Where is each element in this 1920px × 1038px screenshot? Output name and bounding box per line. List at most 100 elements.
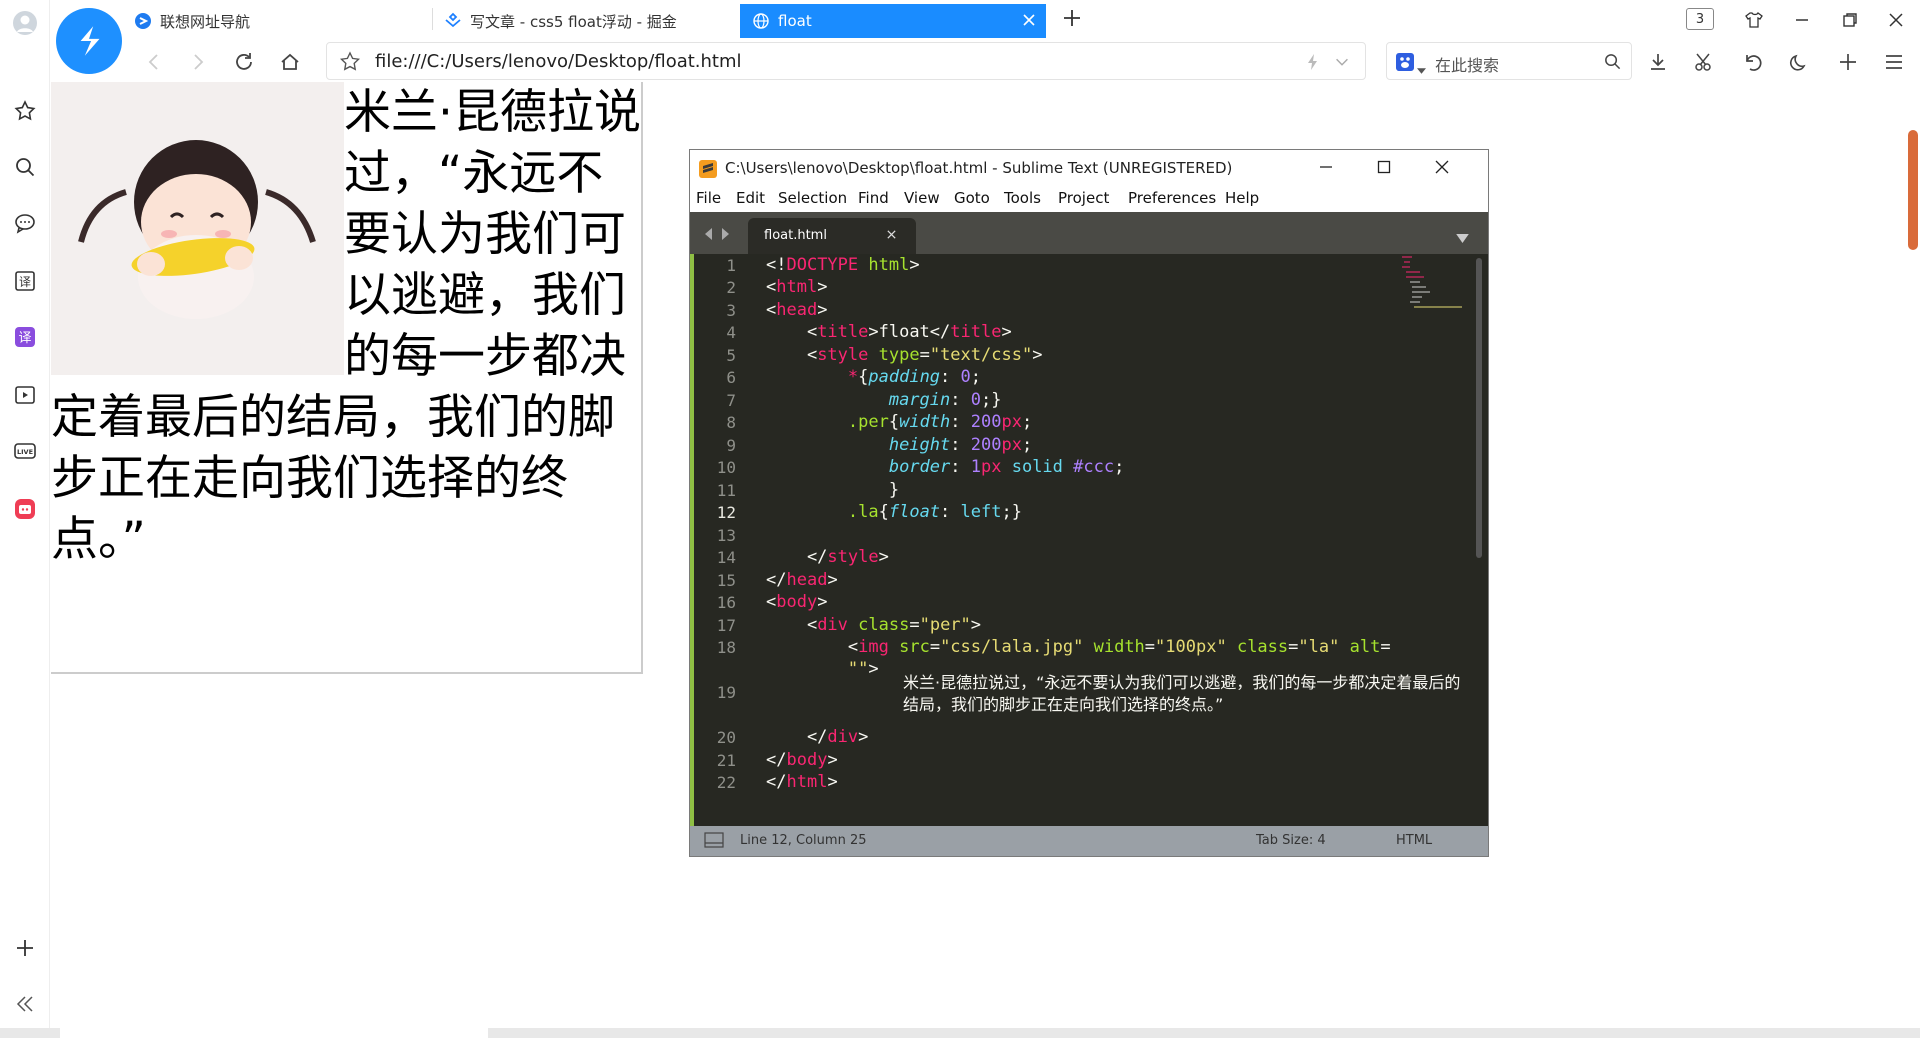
search-input[interactable]: 在此搜索 bbox=[1435, 52, 1499, 76]
video-icon[interactable] bbox=[10, 380, 40, 410]
line-number: 4 bbox=[726, 323, 736, 342]
favorites-star-icon[interactable] bbox=[10, 96, 40, 126]
sublime-logo-icon bbox=[698, 159, 718, 183]
menu-selection[interactable]: Selection bbox=[778, 189, 847, 207]
lightning-icon[interactable] bbox=[1303, 52, 1323, 76]
menu-view[interactable]: View bbox=[904, 189, 940, 207]
address-bar[interactable]: file:///C:/Users/lenovo/Desktop/float.ht… bbox=[326, 42, 1366, 80]
panel-toggle-icon[interactable] bbox=[704, 832, 724, 852]
line-number: 12 bbox=[716, 503, 736, 522]
code-line: *{padding: 0; bbox=[847, 367, 982, 387]
code-line: <body> bbox=[766, 592, 828, 612]
bookmark-star-icon[interactable] bbox=[339, 51, 361, 77]
code-line: <style type="text/css"> bbox=[766, 345, 1043, 365]
lenovo-nav-icon bbox=[134, 12, 152, 30]
tab-nav-arrows-icon[interactable] bbox=[702, 226, 732, 245]
code-line: } bbox=[766, 480, 900, 500]
search-box[interactable]: 在此搜索 bbox=[1386, 42, 1632, 80]
reload-icon[interactable] bbox=[230, 48, 258, 76]
bottom-tab-area bbox=[60, 1028, 488, 1038]
globe-icon bbox=[752, 12, 770, 30]
code-line: <img src="css/lala.jpg" width="100px" cl… bbox=[766, 637, 1391, 657]
address-text[interactable]: file:///C:/Users/lenovo/Desktop/float.ht… bbox=[375, 51, 742, 72]
translate-icon[interactable]: 译 bbox=[10, 266, 40, 296]
menu-project[interactable]: Project bbox=[1058, 189, 1109, 207]
tab-strip: 联想网址导航 写文章 - css5 float浮动 - 掘金 float bbox=[50, 0, 1920, 38]
code-editor[interactable]: 1 2 3 4 5 6 7 8 9 10 11 12 13 14 15 16 1… bbox=[690, 254, 1488, 826]
caret-down-icon[interactable] bbox=[1417, 59, 1426, 78]
maximize-icon[interactable] bbox=[1376, 159, 1392, 179]
juejin-icon bbox=[444, 12, 462, 30]
close-icon[interactable] bbox=[1434, 159, 1450, 179]
code-line: height: 200px; bbox=[888, 435, 1033, 455]
baidu-paw-icon[interactable] bbox=[1395, 52, 1415, 76]
menu-goto[interactable]: Goto bbox=[954, 189, 990, 207]
close-tab-icon[interactable] bbox=[886, 229, 897, 244]
undo-icon[interactable] bbox=[1738, 48, 1766, 76]
menu-tools[interactable]: Tools bbox=[1004, 189, 1041, 207]
menu-preferences[interactable]: Preferences bbox=[1128, 189, 1216, 207]
file-tab[interactable]: float.html bbox=[748, 218, 916, 254]
code-line: 米兰·昆德拉说过，“永远不要认为我们可以逃避，我们的每一步都决定着最后的结局，我… bbox=[766, 672, 1463, 716]
tab-float[interactable]: float bbox=[740, 4, 1046, 38]
line-number: 16 bbox=[716, 593, 736, 612]
download-icon[interactable] bbox=[1644, 48, 1672, 76]
line-number: 20 bbox=[716, 728, 736, 747]
sublime-titlebar[interactable]: C:\Users\lenovo\Desktop\float.html - Sub… bbox=[690, 150, 1488, 186]
menu-file[interactable]: File bbox=[696, 189, 721, 207]
restore-icon[interactable] bbox=[1836, 6, 1864, 34]
back-icon[interactable] bbox=[140, 48, 168, 76]
home-icon[interactable] bbox=[276, 48, 304, 76]
add-icon[interactable] bbox=[10, 933, 40, 963]
line-number: 8 bbox=[726, 413, 736, 432]
menu-edit[interactable]: Edit bbox=[736, 189, 765, 207]
forward-icon[interactable] bbox=[184, 48, 212, 76]
tab-size[interactable]: Tab Size: 4 bbox=[1256, 833, 1326, 848]
collapse-icon[interactable] bbox=[10, 989, 40, 1019]
line-number: 17 bbox=[716, 616, 736, 635]
close-tab-icon[interactable] bbox=[1022, 13, 1036, 31]
menu-help[interactable]: Help bbox=[1225, 189, 1259, 207]
menu-icon[interactable] bbox=[1880, 48, 1908, 76]
minimize-icon[interactable] bbox=[1788, 6, 1816, 34]
page-scrollbar[interactable] bbox=[1908, 130, 1918, 250]
new-tab-icon[interactable] bbox=[1060, 6, 1084, 30]
line-number: 7 bbox=[726, 391, 736, 410]
code-line: <!DOCTYPE html> bbox=[766, 255, 920, 275]
code-line: </head> bbox=[766, 570, 838, 590]
line-number: 19 bbox=[716, 683, 736, 702]
search-icon[interactable] bbox=[10, 152, 40, 182]
sublime-statusbar: Line 12, Column 25 Tab Size: 4 HTML bbox=[690, 826, 1488, 856]
code-line: <div class="per"> bbox=[766, 615, 982, 635]
avatar[interactable] bbox=[10, 8, 40, 38]
tab-label: 联想网址导航 bbox=[160, 12, 251, 31]
line-number: 15 bbox=[716, 571, 736, 590]
syntax-mode[interactable]: HTML bbox=[1396, 833, 1432, 848]
chevron-down-icon[interactable] bbox=[1333, 53, 1351, 75]
translate-purple-icon[interactable]: 译 bbox=[10, 322, 40, 352]
menu-find[interactable]: Find bbox=[858, 189, 889, 207]
minimize-icon[interactable] bbox=[1318, 159, 1334, 179]
side-toolbar: 译 译 LIVE bbox=[0, 0, 50, 1038]
chat-icon[interactable] bbox=[10, 208, 40, 238]
add-icon[interactable] bbox=[1834, 48, 1862, 76]
tab-menu-caret-icon[interactable] bbox=[1456, 228, 1469, 247]
minimap[interactable] bbox=[1398, 254, 1476, 314]
live-icon[interactable]: LIVE bbox=[10, 436, 40, 466]
line-gutter: 1 2 3 4 5 6 7 8 9 10 11 12 13 14 15 16 1… bbox=[694, 254, 760, 826]
code-line: border: 1px solid #ccc; bbox=[888, 457, 1125, 477]
svg-text:译: 译 bbox=[19, 275, 31, 289]
tab-count-badge[interactable]: 3 bbox=[1686, 8, 1714, 30]
weibo-icon[interactable] bbox=[10, 494, 40, 524]
moon-icon[interactable] bbox=[1786, 48, 1814, 76]
shirt-skin-icon[interactable] bbox=[1740, 6, 1768, 34]
line-number: 5 bbox=[726, 346, 736, 365]
browser-logo[interactable] bbox=[56, 8, 122, 74]
cursor-position: Line 12, Column 25 bbox=[740, 833, 867, 848]
tab-juejin[interactable]: 写文章 - css5 float浮动 - 掘金 bbox=[444, 4, 790, 38]
scissors-icon[interactable] bbox=[1690, 48, 1718, 76]
tab-lenovo-nav[interactable]: 联想网址导航 bbox=[134, 4, 480, 38]
editor-scrollbar[interactable] bbox=[1476, 258, 1482, 558]
close-window-icon[interactable] bbox=[1882, 6, 1910, 34]
search-icon[interactable] bbox=[1603, 52, 1622, 75]
